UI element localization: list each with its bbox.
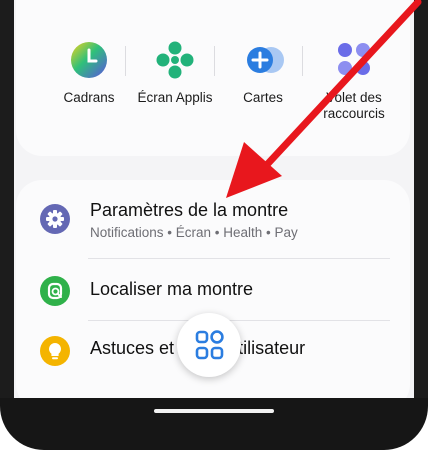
list-item-title: Paramètres de la montre	[90, 200, 289, 220]
apps-launcher-button[interactable]	[177, 313, 241, 377]
shortcuts-card: Cadrans Écran Applis Cartes Volet des ra…	[16, 0, 410, 156]
apps-screen-icon	[155, 40, 195, 80]
phone-bezel-left	[0, 0, 14, 450]
divider	[302, 46, 303, 76]
shortcut-label: Cadrans	[63, 90, 115, 105]
galaxy-wearable-screen: Cadrans Écran Applis Cartes Volet des ra…	[14, 0, 414, 398]
shortcut-tiles[interactable]: Cartes	[216, 40, 310, 106]
divider	[214, 46, 215, 76]
shortcut-label: Écran Applis	[137, 90, 213, 105]
list-item-title: Localiser ma montre	[90, 279, 254, 299]
phone-bezel-right	[414, 0, 428, 450]
shortcut-apps-screen[interactable]: Écran Applis	[128, 40, 222, 106]
shortcut-label: Volet des raccourcis	[323, 90, 385, 121]
phone-frame: Cadrans Écran Applis Cartes Volet des ra…	[0, 0, 428, 450]
list-item-watch-settings[interactable]: Paramètres de la montre Notifications • …	[16, 192, 410, 252]
home-indicator[interactable]	[154, 409, 274, 413]
shortcut-label: Cartes	[243, 90, 283, 105]
shortcut-watch-faces[interactable]: Cadrans	[42, 40, 136, 106]
shortcut-quick-panel[interactable]: Volet des raccourcis	[304, 40, 404, 122]
divider	[125, 46, 126, 76]
watch-faces-icon	[69, 40, 109, 80]
quick-panel-icon	[334, 40, 374, 80]
tiles-icon	[243, 40, 284, 80]
apps-grid-icon	[195, 330, 224, 360]
divider	[88, 258, 390, 259]
find-watch-icon	[40, 276, 70, 306]
gear-icon	[40, 204, 70, 234]
lightbulb-icon	[40, 336, 70, 366]
list-item-subtitle: Notifications • Écran • Health • Pay	[90, 225, 298, 240]
phone-bezel-bottom	[0, 398, 428, 450]
